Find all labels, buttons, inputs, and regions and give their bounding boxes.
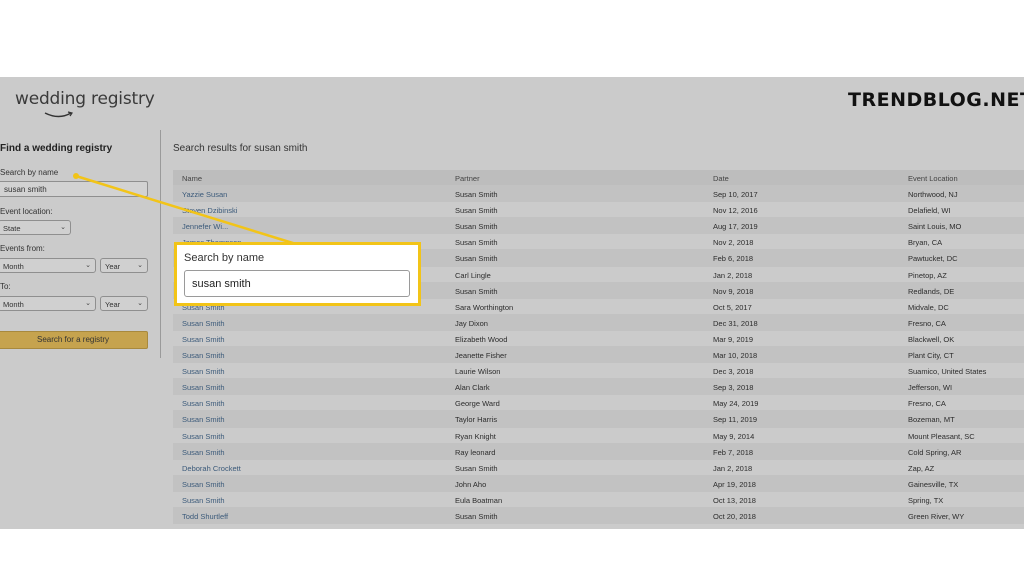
callout-search-value: susan smith xyxy=(192,278,251,290)
callout-label: Search by name xyxy=(184,252,265,264)
callout-pointer xyxy=(73,173,297,246)
callout-search-input[interactable]: susan smith xyxy=(184,270,410,297)
zoom-callout: Search by name susan smith xyxy=(174,242,421,306)
